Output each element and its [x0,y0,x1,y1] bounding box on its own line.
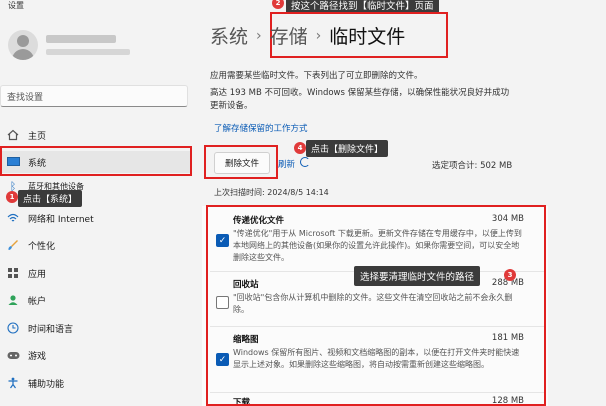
window-title: 设置 [8,1,24,10]
step1-tooltip: 点击【系统】 [18,190,83,207]
sidebar-item-label: 时间和语言 [28,324,74,335]
sidebar-item-apps[interactable]: 应用 [0,262,190,284]
sidebar-item-label: 辅助功能 [28,379,65,390]
sidebar: 设置 查找设置 主页 系统 ᛒ 蓝牙和其他设备 1 点击【系统】 网络和 Int… [0,0,200,406]
sidebar-item-label: 主页 [28,131,47,142]
step2-badge: 2 [272,0,284,9]
breadcrumb-separator: › [315,27,322,44]
avatar[interactable] [8,30,38,60]
highlight-file-list [206,205,546,406]
sidebar-item-personalization[interactable]: 个性化 [0,234,190,256]
description-text: 应用需要某些临时文件。下表列出了可立即删除的文件。 [210,71,423,81]
sidebar-item-home[interactable]: 主页 [0,124,190,146]
step4-tooltip: 点击【删除文件】 [306,140,389,157]
sidebar-item-label: 帐户 [28,296,47,307]
sidebar-item-network[interactable]: 网络和 Internet [0,207,190,229]
selected-total: 选定项合计: 502 MB [432,161,513,171]
accessibility-icon [6,376,20,390]
sidebar-item-time-language[interactable]: 时间和语言 [0,317,190,339]
home-icon [6,128,20,142]
clock-globe-icon [6,321,20,335]
breadcrumb: 系统 › 存储 › 临时文件 [210,22,405,49]
refresh-link[interactable]: 刷新 [278,158,295,170]
sidebar-item-gaming[interactable]: 游戏 [0,344,190,366]
step3-badge: 3 [504,269,516,281]
search-input[interactable]: 查找设置 [0,85,188,107]
avatar-body-icon [12,49,34,60]
delete-files-button[interactable]: 删除文件 [214,152,270,174]
main-content: 2 按这个路径找到【临时文件】页面 系统 › 存储 › 临时文件 应用需要某些临… [200,0,606,406]
avatar-head-icon [17,35,29,47]
user-name-redacted [46,35,116,43]
brush-icon [6,238,20,252]
user-email-redacted [46,49,130,55]
sidebar-item-label: 游戏 [28,351,47,362]
loading-spinner-icon [300,157,310,167]
page-title: 临时文件 [329,26,406,48]
sidebar-item-label: 网络和 Internet [28,214,94,225]
apps-icon [6,266,20,280]
breadcrumb-storage[interactable]: 存储 [270,22,308,49]
step3-tooltip: 选择要清理临时文件的路径 [354,266,481,286]
reserved-storage-text: 高达 193 MB 不可回收。Windows 保留某些存储，以确保性能状况良好并… [210,88,510,111]
learn-more-link[interactable]: 了解存储保留的工作方式 [214,122,308,134]
step4-badge: 4 [294,142,306,154]
highlight-system [0,146,192,176]
breadcrumb-system[interactable]: 系统 [210,22,248,49]
last-scan-time: 上次扫描时间: 2024/8/5 14:14 [214,188,329,197]
step1-badge: 1 [6,191,18,203]
sidebar-item-label: 应用 [28,269,47,280]
account-icon [6,293,20,307]
gamepad-icon [6,348,20,362]
sidebar-item-accounts[interactable]: 帐户 [0,289,190,311]
sidebar-item-label: 个性化 [28,241,56,252]
network-icon [6,211,20,225]
sidebar-item-accessibility[interactable]: 辅助功能 [0,372,190,394]
breadcrumb-separator: › [256,27,262,44]
